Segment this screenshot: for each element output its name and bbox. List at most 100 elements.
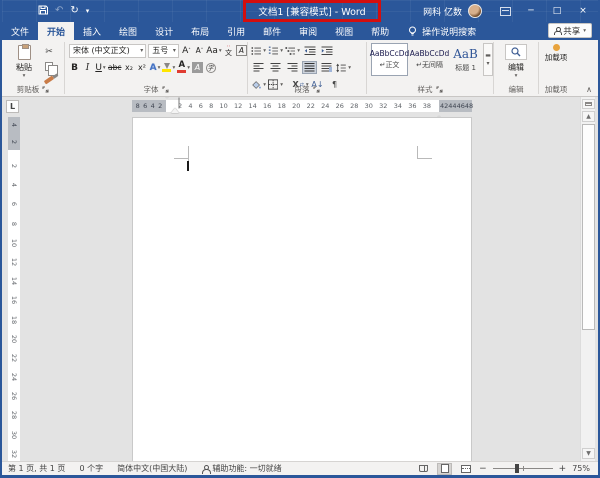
phonetic-guide-icon[interactable]: ˊˋ文: [223, 44, 234, 57]
tell-me-search[interactable]: 操作说明搜索: [408, 22, 476, 40]
cut-icon[interactable]: ✂: [42, 46, 56, 58]
font-dialog-launcher-icon[interactable]: [162, 86, 169, 93]
first-line-indent-marker[interactable]: [163, 97, 171, 108]
decrease-indent-icon[interactable]: [302, 44, 317, 57]
line-spacing-icon[interactable]: ▾: [336, 61, 351, 74]
font-size-combo[interactable]: 五号▾: [148, 44, 179, 58]
collapse-ribbon-icon[interactable]: ∧: [586, 85, 592, 94]
style-heading1[interactable]: AaB 标题 1: [451, 43, 480, 76]
increase-indent-icon[interactable]: [319, 44, 334, 57]
zoom-slider-thumb[interactable]: [515, 464, 519, 473]
styles-more-button[interactable]: ▬▾: [483, 43, 493, 76]
scroll-down-icon[interactable]: ▼: [582, 448, 595, 459]
copy-icon[interactable]: [42, 60, 56, 72]
tab-design[interactable]: 设计: [146, 22, 182, 40]
scrollbar-thumb[interactable]: [582, 124, 595, 330]
right-indent-marker[interactable]: [435, 106, 443, 116]
ruler-number: 6: [143, 102, 147, 110]
tab-home[interactable]: 开始: [38, 22, 74, 40]
user-name[interactable]: 网科 亿数: [423, 5, 462, 18]
addins-button-label[interactable]: 加载项: [543, 53, 569, 62]
paragraph-dialog-launcher-icon[interactable]: [313, 86, 320, 93]
addin-icon[interactable]: [553, 44, 560, 51]
character-border-icon[interactable]: A: [236, 44, 247, 57]
styles-dialog-launcher-icon[interactable]: [436, 86, 443, 93]
zoom-in-button[interactable]: +: [559, 464, 567, 474]
share-button[interactable]: 共享 ▾: [548, 23, 592, 38]
bold-icon[interactable]: B: [69, 61, 80, 74]
text-effects-icon[interactable]: A▾: [149, 61, 160, 74]
underline-icon[interactable]: U▾: [95, 61, 106, 74]
scroll-up-icon[interactable]: ▲: [582, 111, 595, 122]
enclose-characters-icon[interactable]: 字: [205, 61, 216, 74]
ruler-number: 8: [10, 221, 18, 225]
save-icon[interactable]: [38, 5, 48, 18]
font-name-combo[interactable]: 宋体 (中文正文)▾: [69, 44, 146, 58]
word-count[interactable]: 0 个字: [79, 463, 103, 474]
tab-mailings[interactable]: 邮件: [254, 22, 290, 40]
change-case-icon[interactable]: Aa▾: [207, 44, 221, 57]
ribbon-tabs: 文件 开始 插入 绘图 设计 布局 引用 邮件 审阅 视图 帮助 操作说明搜索 …: [2, 22, 598, 40]
ruler-number: 12: [234, 102, 242, 110]
ruler-toggle-icon[interactable]: [582, 99, 595, 109]
distribute-icon[interactable]: [319, 61, 334, 74]
tab-file[interactable]: 文件: [2, 22, 38, 40]
minimize-button[interactable]: ─: [518, 0, 544, 22]
editing-button-label[interactable]: 编辑: [508, 62, 524, 73]
font-color-icon[interactable]: A▾: [177, 61, 190, 74]
indent-markers[interactable]: [163, 98, 171, 114]
strikethrough-icon[interactable]: abc: [108, 61, 121, 74]
document-page[interactable]: [132, 117, 472, 462]
align-right-icon[interactable]: [285, 61, 300, 74]
redo-icon[interactable]: ↻: [70, 6, 78, 16]
shrink-font-icon[interactable]: A˅: [194, 44, 205, 57]
language-indicator[interactable]: 简体中文(中国大陆): [117, 463, 187, 474]
align-justify-icon[interactable]: [302, 61, 317, 74]
numbering-icon[interactable]: ▾: [268, 44, 283, 57]
ruler-number: 16: [10, 296, 18, 304]
web-layout-icon[interactable]: [458, 463, 473, 475]
hanging-indent-marker[interactable]: [171, 98, 179, 113]
vertical-ruler[interactable]: 42 2468101214161820222426283032: [8, 117, 20, 462]
clipboard-dialog-launcher-icon[interactable]: [42, 86, 49, 93]
ruler-number: 14: [10, 277, 18, 285]
print-layout-icon[interactable]: [437, 463, 452, 475]
accessibility-status[interactable]: 辅助功能: 一切就绪: [201, 463, 281, 474]
undo-icon[interactable]: ↶: [55, 6, 63, 16]
maximize-button[interactable]: □: [544, 0, 570, 22]
subscript-icon[interactable]: x₂: [123, 61, 134, 74]
zoom-level[interactable]: 75%: [572, 464, 590, 473]
page-indicator[interactable]: 第 1 页, 共 1 页: [8, 463, 65, 474]
tab-draw[interactable]: 绘图: [110, 22, 146, 40]
tab-insert[interactable]: 插入: [74, 22, 110, 40]
align-left-icon[interactable]: [251, 61, 266, 74]
style-no-spacing[interactable]: AaBbCcDd ↵无间隔: [411, 43, 448, 76]
grow-font-icon[interactable]: A˄: [181, 44, 192, 57]
find-button[interactable]: [505, 44, 527, 60]
vertical-scrollbar[interactable]: ▲ ▼: [580, 97, 595, 462]
qat-customize-icon[interactable]: ▾: [86, 6, 90, 16]
character-shading-icon[interactable]: A: [192, 61, 203, 74]
tab-view[interactable]: 视图: [326, 22, 362, 40]
tab-references[interactable]: 引用: [218, 22, 254, 40]
superscript-icon[interactable]: x²: [136, 61, 147, 74]
italic-icon[interactable]: I: [82, 61, 93, 74]
align-center-icon[interactable]: [268, 61, 283, 74]
tab-review[interactable]: 审阅: [290, 22, 326, 40]
horizontal-ruler[interactable]: 8642 2468101214161820222426283032343638 …: [132, 100, 472, 112]
close-button[interactable]: ×: [570, 0, 596, 22]
avatar[interactable]: [468, 4, 482, 18]
ribbon-display-options-icon[interactable]: [492, 0, 518, 22]
bullets-icon[interactable]: ▾: [251, 44, 266, 57]
multilevel-list-icon[interactable]: ▾: [285, 44, 300, 57]
zoom-slider[interactable]: [493, 468, 553, 469]
titlebar: ↶ ↻ ▾ 文档1 [兼容模式] - Word 网科 亿数 ─ □ ×: [2, 0, 598, 22]
read-mode-icon[interactable]: [416, 463, 431, 475]
text-highlight-icon[interactable]: ▾: [162, 61, 175, 74]
clipboard-group-label: 剪贴板: [17, 84, 40, 95]
tab-layout[interactable]: 布局: [182, 22, 218, 40]
tab-help[interactable]: 帮助: [362, 22, 398, 40]
tab-stop-selector[interactable]: L: [6, 100, 19, 113]
style-normal[interactable]: AaBbCcDd ↵正文: [371, 43, 408, 76]
zoom-out-button[interactable]: −: [479, 464, 487, 474]
